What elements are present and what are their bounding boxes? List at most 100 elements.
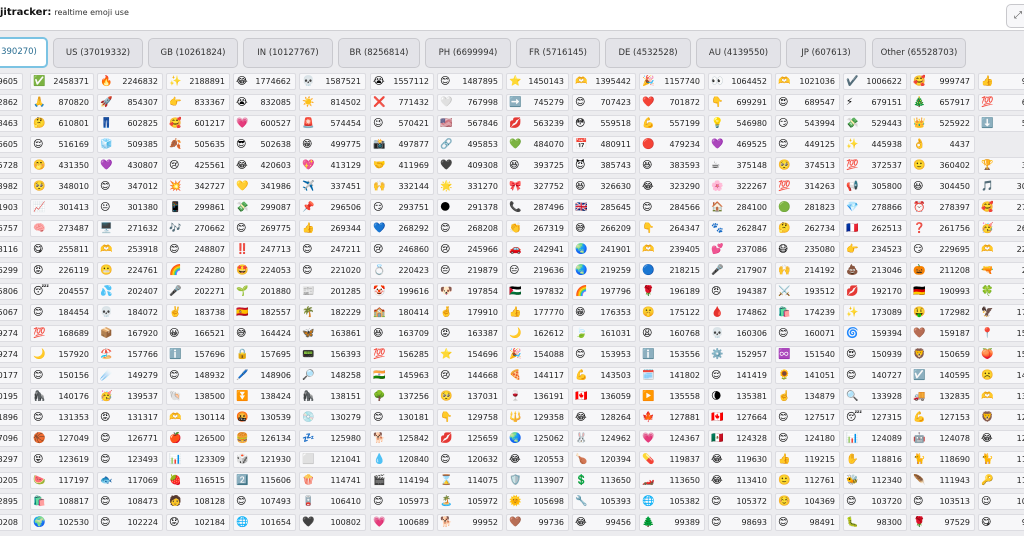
emoji-cell: 🦍 140176 bbox=[30, 388, 94, 405]
emoji-cell: 🌱 201880 bbox=[233, 283, 296, 300]
emoji-count: 104369 bbox=[804, 497, 835, 506]
tab-9[interactable]: JP (607613) bbox=[786, 38, 866, 68]
emoji-glyph: ❌ bbox=[373, 97, 386, 108]
emoji-count: 154088 bbox=[533, 350, 564, 359]
emoji-count: 281823 bbox=[804, 203, 835, 212]
emoji-count: 999747 bbox=[939, 77, 970, 86]
emoji-cell: 🍃 161031 bbox=[572, 325, 636, 342]
emoji-count: 285645 bbox=[600, 203, 631, 212]
emoji-count: 431350 bbox=[58, 161, 89, 170]
emoji-cell: 🌘 135381 bbox=[708, 388, 772, 405]
emoji-count: 119837 bbox=[669, 455, 700, 464]
emoji-glyph: 🎀 bbox=[509, 181, 522, 192]
emoji-glyph: 💯 bbox=[846, 160, 859, 171]
expand-icon[interactable]: ⤢ bbox=[1006, 4, 1024, 28]
emoji-cell: 😋972 bbox=[978, 514, 1024, 531]
tab-1[interactable]: US (37019332) bbox=[53, 38, 143, 68]
tab-4[interactable]: BR (8256814) bbox=[338, 38, 420, 68]
emoji-count: 127153 bbox=[939, 413, 970, 422]
emoji-count: 129758 bbox=[467, 413, 498, 422]
emoji-count: 130114 bbox=[194, 413, 225, 422]
emoji-glyph: 🚨 bbox=[302, 118, 315, 129]
emoji-cell: 💋 563239 bbox=[506, 115, 569, 132]
emoji-count: 5728 bbox=[0, 161, 18, 170]
emoji-cell: 📅 480911 bbox=[572, 136, 636, 153]
tab-7[interactable]: DE (4532528) bbox=[605, 38, 691, 68]
tab-10[interactable]: Other (65528703) bbox=[872, 38, 966, 68]
emoji-glyph: 🇮🇳 bbox=[373, 370, 386, 381]
emoji-count: 224761 bbox=[127, 266, 158, 275]
emoji-glyph: 😅 bbox=[236, 328, 247, 339]
emoji-glyph: ⏬ bbox=[236, 391, 249, 402]
emoji-cell: 👉 833367 bbox=[166, 94, 230, 111]
emoji-glyph: 🛡️ bbox=[509, 475, 522, 486]
emoji-count: 1557112 bbox=[393, 77, 429, 86]
emoji-cell: 😊 105372 bbox=[708, 493, 772, 510]
emoji-cell: 🎶 270662 bbox=[166, 220, 230, 237]
emoji-cell: 🛍️ 108817 bbox=[30, 493, 94, 510]
emoji-cell: 💦 202407 bbox=[97, 283, 163, 300]
emoji-count: 2616 bbox=[1016, 224, 1024, 233]
emoji-count: 213046 bbox=[871, 266, 902, 275]
emoji-glyph: 💀 bbox=[711, 328, 724, 339]
emoji-cell: 🌏 125062 bbox=[506, 430, 569, 447]
emoji-count: 1395442 bbox=[595, 77, 631, 86]
emoji-count: 8463 bbox=[0, 119, 18, 128]
emoji-count: 157920 bbox=[58, 350, 89, 359]
emoji-count: 127881 bbox=[669, 413, 700, 422]
emoji-glyph: 🛍️ bbox=[33, 496, 46, 507]
emoji-glyph: 😐 bbox=[100, 202, 111, 213]
emoji-glyph: 🧠 bbox=[33, 223, 46, 234]
emoji-count: 563239 bbox=[533, 119, 564, 128]
emoji-cell: 👍 177770 bbox=[506, 304, 569, 321]
emoji-count: 1587521 bbox=[325, 77, 361, 86]
emoji-glyph: 🦍 bbox=[33, 391, 46, 402]
emoji-count: 105973 bbox=[398, 497, 429, 506]
emoji-count: 148258 bbox=[330, 371, 361, 380]
emoji-glyph: 😊 bbox=[169, 370, 180, 381]
emoji-cell: ℹ️ 153556 bbox=[639, 346, 705, 363]
emoji-count: 99456 bbox=[605, 518, 631, 527]
emoji-count: 248807 bbox=[194, 245, 225, 254]
emoji-cell: 6757 bbox=[0, 220, 23, 237]
emoji-cell: 🐈 1186 bbox=[978, 451, 1024, 468]
emoji-count: 120553 bbox=[533, 455, 564, 464]
emoji-cell: 😡 163387 bbox=[437, 325, 503, 342]
emoji-glyph: 😢 bbox=[440, 370, 451, 381]
emoji-count: 745279 bbox=[533, 98, 564, 107]
emoji-glyph: 😴 bbox=[33, 286, 50, 297]
emoji-glyph: 🍿 bbox=[302, 475, 315, 486]
emoji-count: 99952 bbox=[472, 518, 498, 527]
emoji-cell: 🇨🇦 127664 bbox=[708, 409, 772, 426]
emoji-cell: 💀 184072 bbox=[97, 304, 163, 321]
emoji-count: 114075 bbox=[467, 476, 498, 485]
emoji-glyph: 💍 bbox=[373, 265, 386, 276]
emoji-cell: ✔️ 1006622 bbox=[843, 73, 907, 90]
emoji-glyph: 🍃 bbox=[575, 328, 588, 339]
emoji-cell: 🌈 224280 bbox=[166, 262, 230, 279]
tab-3[interactable]: IN (10127767) bbox=[243, 38, 333, 68]
emoji-count: 814502 bbox=[330, 98, 361, 107]
emoji-glyph: 🎄 bbox=[913, 97, 926, 108]
emoji-count: 495853 bbox=[467, 140, 498, 149]
emoji-cell: 💖 413129 bbox=[299, 157, 366, 174]
emoji-count: 219879 bbox=[467, 266, 498, 275]
tab-6[interactable]: FR (5716145) bbox=[516, 38, 600, 68]
emoji-count: 117069 bbox=[127, 476, 158, 485]
emoji-count: 167920 bbox=[127, 329, 158, 338]
tab-0[interactable]: 390270) bbox=[0, 37, 48, 68]
emoji-count: 337451 bbox=[330, 182, 361, 191]
emoji-count: 126771 bbox=[127, 434, 158, 443]
emoji-count: 237086 bbox=[736, 245, 767, 254]
emoji-cell: ⭐ 1450143 bbox=[506, 73, 569, 90]
emoji-cell: 🇵🇸 197832 bbox=[506, 283, 569, 300]
emoji-glyph: 💸 bbox=[846, 118, 859, 129]
tab-5[interactable]: PH (6699994) bbox=[425, 38, 511, 68]
emoji-cell: 🪫 106410 bbox=[299, 493, 366, 510]
emoji-cell: 💪 557199 bbox=[639, 115, 705, 132]
emoji-cell: 💋 192170 bbox=[843, 283, 907, 300]
tab-2[interactable]: GB (10261824) bbox=[148, 38, 238, 68]
tab-8[interactable]: AU (4139550) bbox=[696, 38, 781, 68]
emoji-cell: 😊 103513 bbox=[910, 493, 975, 510]
emoji-glyph: 🎉 bbox=[509, 349, 522, 360]
